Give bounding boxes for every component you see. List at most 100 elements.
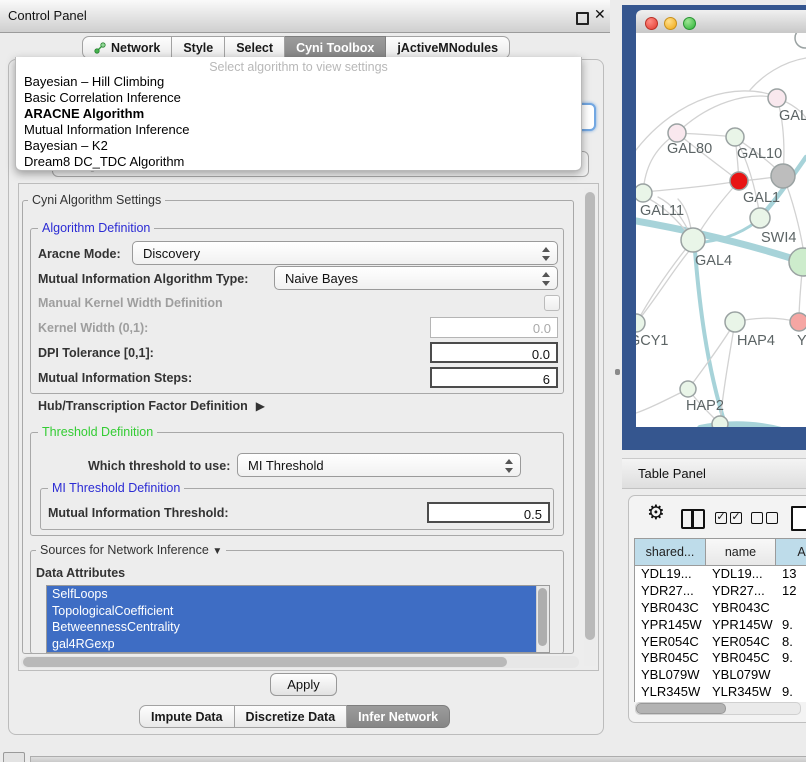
- tab-infer-network[interactable]: Infer Network: [347, 705, 450, 728]
- algorithm-option[interactable]: Dream8 DC_TDC Algorithm: [16, 154, 581, 170]
- float-window-icon[interactable]: [576, 12, 589, 25]
- column-header[interactable]: A: [776, 539, 806, 565]
- select-all-check-icon[interactable]: ✓: [730, 512, 742, 524]
- algorithm-option[interactable]: Bayesian – Hill Climbing: [16, 74, 581, 90]
- node-label: GAL80: [667, 141, 712, 157]
- column-layout-icon[interactable]: [681, 509, 705, 529]
- data-attributes-list: SelfLoopsTopologicalCoefficientBetweenne…: [46, 585, 550, 653]
- data-attribute-item[interactable]: SelfLoops: [47, 586, 537, 603]
- table-row[interactable]: YDL19...YDL19...13: [635, 566, 806, 583]
- table-cell: YLR345W: [706, 684, 776, 701]
- network-node-GAL[interactable]: [768, 89, 786, 107]
- mi-algorithm-type-combo[interactable]: Naive Bayes: [274, 266, 558, 290]
- network-canvas[interactable]: GALGAL80GAL10GAL1GAL11SWI4GAL4GCY1HAP4YH…: [636, 33, 806, 427]
- settings-hscrollbar-thumb[interactable]: [23, 657, 507, 667]
- network-node-HAP2[interactable]: [680, 381, 696, 397]
- network-node-Y[interactable]: [790, 313, 806, 331]
- mi-steps-field[interactable]: 6: [430, 367, 558, 388]
- table-row[interactable]: YPR145WYPR145W9.: [635, 617, 806, 634]
- table-hscrollbar-thumb[interactable]: [636, 703, 726, 714]
- node-label: HAP4: [737, 333, 775, 349]
- table-row[interactable]: YBR045CYBR045C9.: [635, 650, 806, 667]
- tab-jactivemnodules[interactable]: jActiveMNodules: [386, 36, 510, 59]
- network-edge: [750, 58, 806, 90]
- network-node[interactable]: [795, 33, 806, 48]
- table-row[interactable]: YBR043CYBR043C: [635, 600, 806, 617]
- tab-impute-data[interactable]: Impute Data: [139, 705, 235, 728]
- tab-select[interactable]: Select: [225, 36, 285, 59]
- data-attribute-item[interactable]: gal4RGexp: [47, 636, 537, 653]
- network-node-HAP4[interactable]: [725, 312, 745, 332]
- network-window-titlebar[interactable]: [636, 10, 806, 34]
- attributes-scrollbar-track[interactable]: [536, 586, 549, 652]
- algorithm-option[interactable]: Basic Correlation Inference: [16, 90, 581, 106]
- sources-title-text: Sources for Network Inference: [40, 543, 209, 557]
- dpi-tolerance-field[interactable]: 0.0: [430, 342, 558, 363]
- mi-threshold-label: Mutual Information Threshold:: [48, 506, 229, 520]
- column-header[interactable]: name: [706, 539, 776, 565]
- minimize-traffic-light-icon[interactable]: [664, 17, 677, 30]
- table-hscrollbar-track[interactable]: [635, 702, 801, 715]
- hub-definition-toggle[interactable]: Hub/Transcription Factor Definition▶: [38, 399, 265, 413]
- collapse-down-icon[interactable]: ▼: [212, 546, 222, 557]
- node-label: GAL10: [737, 146, 782, 162]
- algorithm-option[interactable]: ARACNE Algorithm: [16, 106, 581, 122]
- manual-kernel-width-checkbox[interactable]: [544, 295, 560, 311]
- tab-style[interactable]: Style: [172, 36, 225, 59]
- network-node[interactable]: [789, 248, 806, 276]
- mi-threshold-field[interactable]: 0.5: [427, 502, 550, 523]
- which-threshold-combo[interactable]: MI Threshold: [237, 453, 521, 477]
- network-node-GAL80[interactable]: [668, 124, 686, 142]
- aracne-mode-combo[interactable]: Discovery: [132, 241, 558, 265]
- tab-cyni-toolbox[interactable]: Cyni Toolbox: [285, 36, 386, 59]
- data-attribute-item[interactable]: TopologicalCoefficient: [47, 603, 537, 620]
- panel-title: Control Panel: [8, 8, 87, 23]
- table-cell: YPR145W: [635, 617, 706, 634]
- network-node[interactable]: [712, 416, 728, 427]
- close-traffic-light-icon[interactable]: [645, 17, 658, 30]
- table-cell: YER054C: [706, 634, 776, 651]
- tab-network[interactable]: Network: [82, 36, 172, 59]
- node-label: GAL4: [695, 253, 732, 269]
- table-cell: YER054C: [635, 634, 706, 651]
- table-settings-gear-icon[interactable]: ⚙: [647, 503, 665, 523]
- table-row[interactable]: YBL079WYBL079W: [635, 667, 806, 684]
- network-node-GAL1[interactable]: [730, 172, 748, 190]
- deselect-all-box-icon[interactable]: [766, 512, 778, 524]
- network-node-GCY1[interactable]: [636, 314, 645, 332]
- table-row[interactable]: YLR345WYLR345W9.: [635, 684, 806, 701]
- panel-splitter-handle[interactable]: [615, 369, 620, 375]
- cyni-algorithm-settings-title: Cyni Algorithm Settings: [28, 193, 165, 207]
- network-node-GAL4[interactable]: [681, 228, 705, 252]
- network-node-GAL10[interactable]: [726, 128, 744, 146]
- network-node-GAL11[interactable]: [636, 184, 652, 202]
- network-node-SWI4[interactable]: [750, 208, 770, 228]
- node-table: shared...nameA YDL19...YDL19...13YDR27..…: [634, 538, 806, 702]
- table-panel-body: ⚙ ✓ ✓ shared...nameA YDL19...YDL19...13Y…: [628, 495, 806, 723]
- algorithm-option[interactable]: Mutual Information Inference: [16, 122, 581, 138]
- close-icon[interactable]: ✕: [594, 6, 606, 23]
- minimized-panel-icon[interactable]: [3, 752, 25, 762]
- tab-label: Infer Network: [358, 710, 438, 724]
- network-node[interactable]: [771, 164, 795, 188]
- attributes-scrollbar-thumb[interactable]: [538, 588, 547, 646]
- select-all-check-icon[interactable]: ✓: [715, 512, 727, 524]
- data-attribute-item[interactable]: BetweennessCentrality: [47, 619, 537, 636]
- deselect-all-box-icon[interactable]: [751, 512, 763, 524]
- table-row[interactable]: YDR27...YDR27...12: [635, 583, 806, 600]
- settings-vscrollbar-thumb[interactable]: [585, 192, 595, 640]
- kernel-width-field[interactable]: 0.0: [430, 317, 558, 338]
- column-header[interactable]: shared...: [635, 539, 706, 565]
- kernel-width-label: Kernel Width (0,1):: [38, 321, 148, 335]
- tab-discretize-data[interactable]: Discretize Data: [235, 705, 348, 728]
- algorithm-option[interactable]: Bayesian – K2: [16, 138, 581, 154]
- table-cell: YPR145W: [706, 617, 776, 634]
- apply-button[interactable]: Apply: [270, 673, 337, 696]
- tab-label: Discretize Data: [246, 710, 336, 724]
- table-row[interactable]: YER054CYER054C8.: [635, 634, 806, 651]
- table-cell: [776, 667, 806, 684]
- zoom-traffic-light-icon[interactable]: [683, 17, 696, 30]
- page-icon[interactable]: [791, 506, 806, 531]
- table-cell: 9.: [776, 650, 806, 667]
- dpi-tolerance-label: DPI Tolerance [0,1]:: [38, 346, 154, 360]
